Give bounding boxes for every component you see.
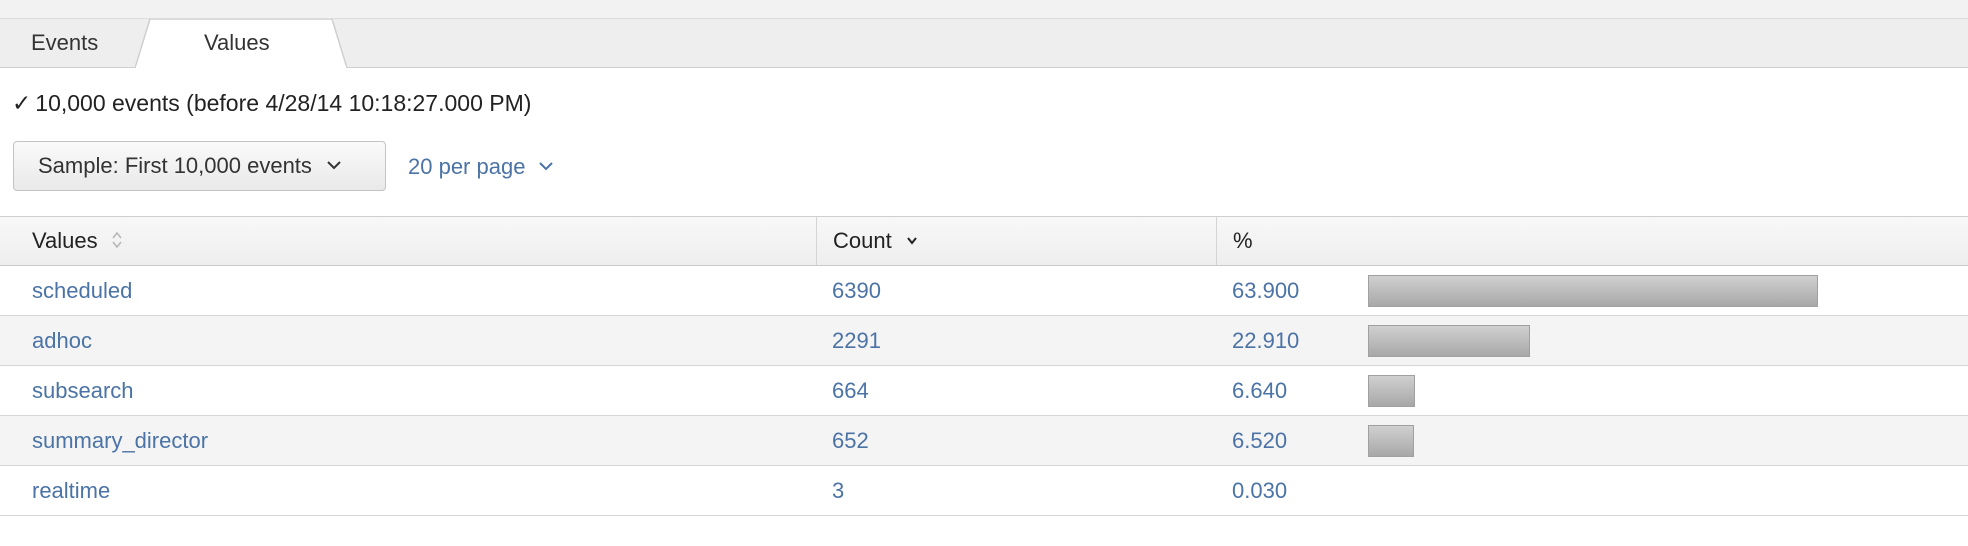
column-header-count[interactable]: Count xyxy=(817,217,1217,265)
percent-bar xyxy=(1368,325,1530,357)
value-link[interactable]: scheduled xyxy=(32,266,132,315)
sort-neutral-icon xyxy=(112,232,122,249)
column-header-percent: % xyxy=(1233,228,1253,253)
table-header: Values Count % xyxy=(0,216,1968,266)
value-link[interactable]: realtime xyxy=(32,466,110,515)
count-link[interactable]: 6390 xyxy=(832,266,881,315)
percent-value: 22.910 xyxy=(1232,328,1300,353)
column-header-values-label: Values xyxy=(32,228,98,253)
percent-bar xyxy=(1368,425,1414,457)
chevron-down-icon xyxy=(327,161,341,170)
tab-values[interactable]: Values xyxy=(204,19,270,67)
table-row: adhoc 2291 22.910 xyxy=(0,316,1968,366)
column-header-count-label: Count xyxy=(833,228,892,253)
value-link[interactable]: summary_director xyxy=(32,416,208,465)
percent-value: 63.900 xyxy=(1232,278,1300,303)
top-band xyxy=(0,0,1968,19)
count-link[interactable]: 3 xyxy=(832,466,844,515)
value-link[interactable]: subsearch xyxy=(32,366,134,415)
tab-bar: Events Values xyxy=(0,19,1968,68)
column-header-values[interactable]: Values xyxy=(0,217,817,265)
tab-events[interactable]: Events xyxy=(31,19,98,67)
count-link[interactable]: 2291 xyxy=(832,316,881,365)
table-row: summary_director 652 6.520 xyxy=(0,416,1968,466)
sort-desc-icon xyxy=(907,237,917,245)
percent-bar xyxy=(1368,375,1415,407)
percent-value: 6.640 xyxy=(1232,378,1288,403)
chevron-down-icon xyxy=(538,162,553,171)
checkmark-icon: ✓ xyxy=(12,90,32,116)
per-page-label: 20 per page xyxy=(408,154,526,179)
values-table: Values Count % scheduled 6390 63.900 adh… xyxy=(0,216,1968,516)
percent-value: 6.520 xyxy=(1232,428,1288,453)
table-row: subsearch 664 6.640 xyxy=(0,366,1968,416)
table-row: scheduled 6390 63.900 xyxy=(0,266,1968,316)
percent-bar xyxy=(1368,275,1818,307)
event-status: ✓ 10,000 events (before 4/28/14 10:18:27.… xyxy=(12,90,531,117)
table-row: realtime 3 0.030 xyxy=(0,466,1968,516)
event-status-text: 10,000 events (before 4/28/14 10:18:27.0… xyxy=(35,90,532,116)
sample-dropdown-label: Sample: First 10,000 events xyxy=(38,153,312,178)
count-link[interactable]: 664 xyxy=(832,366,869,415)
percent-value: 0.030 xyxy=(1232,478,1288,503)
count-link[interactable]: 652 xyxy=(832,416,869,465)
per-page-dropdown[interactable]: 20 per page xyxy=(408,154,554,180)
value-link[interactable]: adhoc xyxy=(32,316,92,365)
table-body: scheduled 6390 63.900 adhoc 2291 22.910 … xyxy=(0,266,1968,516)
sample-dropdown-button[interactable]: Sample: First 10,000 events xyxy=(13,141,386,191)
